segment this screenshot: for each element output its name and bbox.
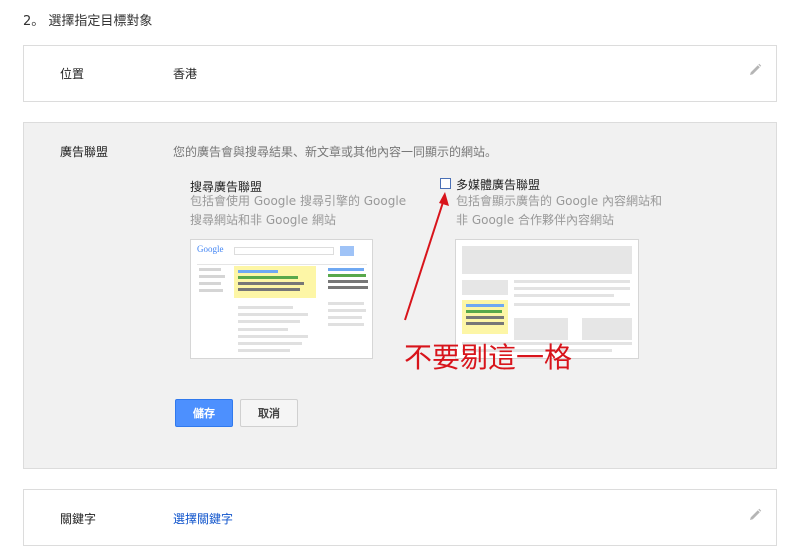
location-value: 香港: [173, 67, 198, 81]
keywords-link[interactable]: 選擇關鍵字: [173, 510, 233, 527]
google-logo: Google: [197, 244, 224, 254]
arrow-icon: [404, 192, 449, 321]
display-network-desc-line1: 包括會顯示廣告的 Google 內容網站和: [456, 194, 662, 208]
display-network-desc-line2: 非 Google 合作夥伴內容網站: [456, 213, 614, 227]
step-title: 2。 選擇指定目標對象: [23, 14, 153, 29]
cancel-button[interactable]: 取消: [240, 399, 298, 427]
keywords-label: 關鍵字: [60, 512, 97, 526]
annotation-text: 不要剔這一格: [404, 341, 573, 374]
location-label: 位置: [60, 67, 85, 81]
search-network-desc-line2: 搜尋網站和非 Google 網站: [190, 213, 336, 227]
display-network-title[interactable]: 多媒體廣告聯盟: [456, 176, 540, 193]
pencil-icon[interactable]: [748, 508, 762, 522]
save-button[interactable]: 儲存: [175, 399, 233, 427]
search-network-thumbnail: Google: [190, 239, 373, 359]
network-description: 您的廣告會與搜尋結果、新文章或其他內容一同顯示的網站。: [173, 145, 498, 159]
keywords-panel: 關鍵字 選擇關鍵字: [23, 489, 777, 546]
network-label: 廣告聯盟: [60, 145, 109, 159]
search-network-desc-line1: 包括會使用 Google 搜尋引擎的 Google: [190, 194, 407, 208]
location-panel: 位置 香港: [23, 45, 777, 102]
pencil-icon[interactable]: [748, 63, 762, 77]
